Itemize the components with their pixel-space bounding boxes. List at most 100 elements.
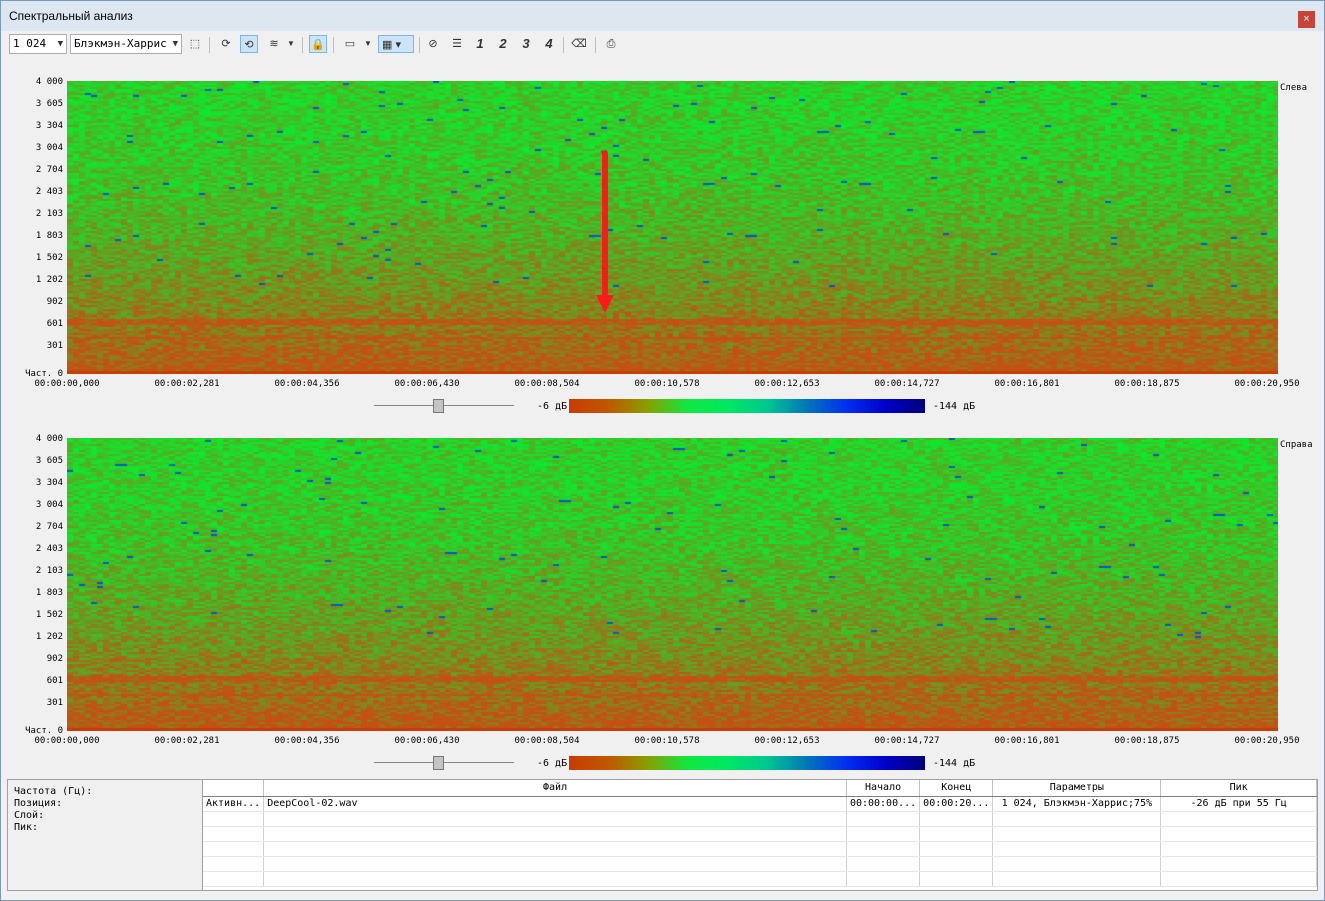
cell-active: Активн... xyxy=(203,796,265,812)
cell-params: 1 024, Блэкмэн-Харрис;75% xyxy=(992,796,1162,812)
table-header-row: Файл Начало Конец Параметры Пик xyxy=(203,780,1317,797)
layer-1-button[interactable]: 1 xyxy=(471,35,489,53)
x-tick-label: 00:00:20,950 xyxy=(1234,379,1300,389)
x-tick-label: 00:00:02,281 xyxy=(154,736,220,746)
close-button[interactable]: × xyxy=(1298,11,1315,28)
toolbar-separator xyxy=(302,37,303,53)
layer-label: Слой: xyxy=(14,810,45,821)
channel-label-right: Справа xyxy=(1280,440,1313,450)
fft-size-value: 1 024 xyxy=(13,37,47,50)
table-row[interactable]: Активн... DeepCool-02.wav 00:00:00... 00… xyxy=(203,796,1317,812)
x-tick-label: 00:00:18,875 xyxy=(1114,379,1180,389)
print-icon[interactable]: ⎙ xyxy=(602,35,620,53)
x-tick-label: 00:00:12,653 xyxy=(754,379,820,389)
y-tick-label: 601 xyxy=(46,676,63,686)
y-tick-label: 4 000 xyxy=(35,77,63,87)
spectral-analysis-window: Спектральный анализ × 1 024 ▼ Блэкмэн-Хар… xyxy=(0,0,1325,901)
gain-slider-thumb[interactable] xyxy=(432,756,444,770)
x-tick-label: 00:00:06,430 xyxy=(394,736,460,746)
x-tick-label: 00:00:10,578 xyxy=(634,736,700,746)
y-tick-label: Част. 0 xyxy=(25,726,63,736)
cursor-info-panel: Частота (Гц): Позиция: Слой: Пик: xyxy=(8,780,203,890)
table-row[interactable] xyxy=(203,811,1317,827)
y-tick-label: 301 xyxy=(46,341,63,351)
layer-3-button[interactable]: 3 xyxy=(517,35,535,53)
layer-2-button[interactable]: 2 xyxy=(494,35,512,53)
eraser-icon[interactable]: ⌫ xyxy=(570,35,588,53)
table-row[interactable] xyxy=(203,826,1317,842)
x-tick-label: 00:00:08,504 xyxy=(514,379,580,389)
column-header-peak[interactable]: Пик xyxy=(1160,780,1317,797)
y-tick-label: 1 502 xyxy=(35,610,63,620)
list-icon[interactable]: ☰ xyxy=(448,35,466,53)
y-tick-label: 1 803 xyxy=(35,231,63,241)
view-mode-icon[interactable]: ▭ xyxy=(341,35,359,53)
x-tick-label: 00:00:04,356 xyxy=(274,736,340,746)
chevron-down-icon: ▼ xyxy=(57,39,63,49)
spectrogram-panel-left: Слева 4 000 3 605 3 304 3 004 2 704 2 403 2 10… xyxy=(1,75,1324,425)
frequency-label: Частота (Гц): xyxy=(14,786,93,797)
scale-high-label: -6 дБ xyxy=(537,401,568,412)
x-tick-label: 00:00:14,727 xyxy=(874,379,940,389)
y-tick-label: 2 704 xyxy=(35,522,63,532)
channel-label-left: Слева xyxy=(1280,83,1308,93)
column-header[interactable] xyxy=(203,780,265,797)
spectrogram-right[interactable] xyxy=(67,438,1278,731)
gain-slider-thumb[interactable] xyxy=(432,399,444,413)
toolbar-separator xyxy=(419,37,420,53)
y-tick-label: 1 202 xyxy=(35,275,63,285)
gain-slider-track[interactable] xyxy=(374,405,514,406)
analysis-mode-dropdown-icon[interactable]: ▼ xyxy=(286,35,296,53)
x-tick-label: 00:00:12,653 xyxy=(754,736,820,746)
toolbar-separator xyxy=(209,37,210,53)
y-tick-label: 3 605 xyxy=(35,456,63,466)
y-tick-label: 1 202 xyxy=(35,632,63,642)
results-table: Файл Начало Конец Параметры Пик Активн..… xyxy=(203,780,1317,887)
x-tick-label: 00:00:18,875 xyxy=(1114,736,1180,746)
y-tick-label: 3 004 xyxy=(35,143,63,153)
y-tick-label: 2 103 xyxy=(35,566,63,576)
table-row[interactable] xyxy=(203,871,1317,887)
refresh-icon[interactable]: ⟳ xyxy=(217,35,235,53)
auto-refresh-icon[interactable]: ⟲ xyxy=(240,35,258,53)
table-row[interactable] xyxy=(203,856,1317,872)
fft-size-select[interactable]: 1 024 ▼ xyxy=(9,34,67,54)
x-tick-label: 00:00:14,727 xyxy=(874,736,940,746)
y-tick-label: 2 704 xyxy=(35,165,63,175)
toolbar: 1 024 ▼ Блэкмэн-Харрис ▼ ⬚ ⟳ ⟲ ≋ ▼ 🔒 ▭ ▼ ▦… xyxy=(1,31,1324,59)
clear-icon[interactable]: ⊘ xyxy=(424,35,442,53)
y-tick-label: 2 103 xyxy=(35,209,63,219)
window-function-value: Блэкмэн-Харрис xyxy=(74,37,167,50)
position-label: Позиция: xyxy=(14,798,63,809)
window-function-select[interactable]: Блэкмэн-Харрис ▼ xyxy=(70,34,182,54)
column-header-start[interactable]: Начало xyxy=(846,780,921,797)
toolbar-separator xyxy=(595,37,596,53)
select-tool-icon[interactable]: ⬚ xyxy=(186,35,204,53)
table-row[interactable] xyxy=(203,841,1317,857)
gain-slider-track[interactable] xyxy=(374,762,514,763)
toolbar-separator xyxy=(333,37,334,53)
title-bar: Спектральный анализ × xyxy=(1,1,1324,31)
peak-label: Пик: xyxy=(14,822,39,833)
y-tick-label: 3 304 xyxy=(35,478,63,488)
window-title: Спектральный анализ xyxy=(9,9,133,23)
spectrogram-panel-right: Справа 4 000 3 605 3 304 3 004 2 704 2 403 2 1… xyxy=(1,432,1324,782)
cell-end: 00:00:20... xyxy=(919,796,994,812)
column-header-params[interactable]: Параметры xyxy=(992,780,1162,797)
x-tick-label: 00:00:06,430 xyxy=(394,379,460,389)
x-tick-label: 00:00:00,000 xyxy=(34,379,100,389)
spectrogram-left[interactable] xyxy=(67,81,1278,374)
column-header-end[interactable]: Конец xyxy=(919,780,994,797)
column-header-file[interactable]: Файл xyxy=(263,780,847,797)
x-tick-label: 00:00:02,281 xyxy=(154,379,220,389)
y-tick-label: 1 502 xyxy=(35,253,63,263)
analysis-mode-icon[interactable]: ≋ xyxy=(265,35,283,53)
color-scale-bar xyxy=(569,399,925,413)
layer-4-button[interactable]: 4 xyxy=(540,35,558,53)
y-tick-label: 902 xyxy=(46,297,63,307)
color-scheme-icon[interactable]: ▦ ▾ xyxy=(378,35,414,53)
view-mode-dropdown-icon[interactable]: ▼ xyxy=(363,35,373,53)
color-scale-bar xyxy=(569,756,925,770)
cell-file: DeepCool-02.wav xyxy=(263,796,847,812)
lock-icon[interactable]: 🔒 xyxy=(309,35,327,53)
